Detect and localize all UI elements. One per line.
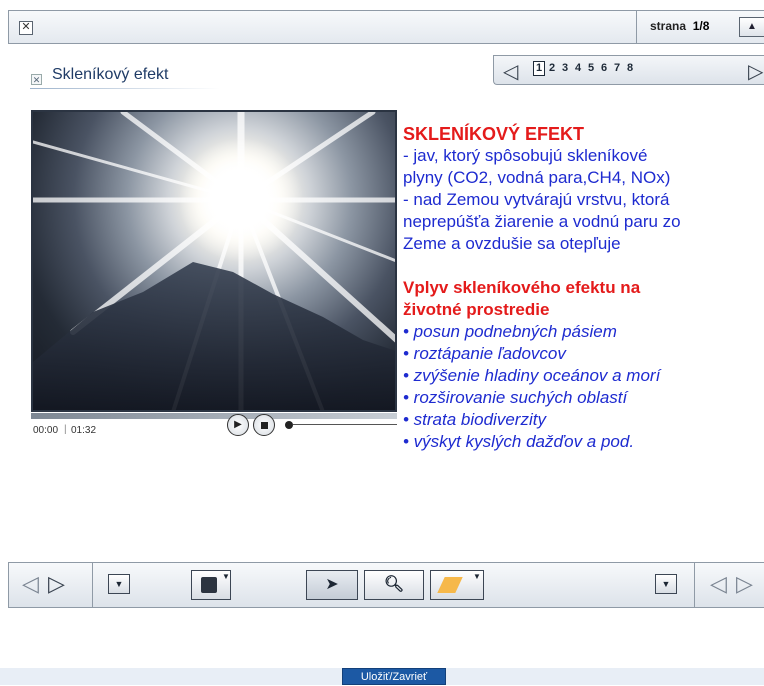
impact-list: • posun podnebných pásiem • roztápanie ľa… [403,321,764,453]
heading-impact-line: Vplyv skleníkového efektu na [403,278,641,297]
collapse-up-button[interactable]: ▲ [739,17,764,37]
chevron-down-icon[interactable]: ▼ [222,572,230,581]
previous-page-icon[interactable]: ◁ [503,59,518,84]
close-section-icon[interactable]: ✕ [31,74,42,85]
video-current-time: 00:00 [33,425,59,436]
page-number-1[interactable]: 1 [533,61,545,76]
magnifier-icon: 🔍︎ [383,576,405,593]
page-number-7[interactable]: 7 [611,61,623,76]
heading-impact: Vplyv skleníkového efektu na životné pros… [403,277,764,321]
heading-greenhouse: SKLENÍKOVÝ EFEKT [403,124,585,144]
paragraph-line: - jav, ktorý spôsobujú skleníkové [403,146,648,165]
save-close-button[interactable]: Uložiť/Zavrieť [342,668,446,685]
page-number-4[interactable]: 4 [572,61,584,76]
back-arrow-icon[interactable]: ◁ [22,571,39,597]
heading-impact-line: životné prostredie [403,300,550,319]
sun-mountain-image [33,112,395,410]
dropdown-menu-button-right[interactable]: ▼ [655,574,677,594]
video-frame[interactable] [31,110,397,412]
time-separator: | [64,424,67,435]
list-item: • rozširovanie suchých oblastí [403,388,628,407]
paragraph-line: - nad Zemou vytvárajú vrstvu, ktorá [403,190,670,209]
page-number-5[interactable]: 5 [585,61,597,76]
page-indicator: strana 1/8 [650,19,709,33]
title-underline [30,88,220,89]
content-text: SKLENÍKOVÝ EFEKT - jav, ktorý spôsobujú … [403,123,764,453]
volume-slider-track[interactable] [293,424,397,425]
calculator-button[interactable]: ▼ [191,570,231,600]
page-number-6[interactable]: 6 [598,61,610,76]
paragraph-line: plyny (CO2, vodná para,CH4, NOx) [403,168,671,187]
back-arrow-icon-right[interactable]: ◁ [710,571,727,597]
zoom-tool-button[interactable]: 🔍︎ [364,570,424,600]
toolbar-divider [636,10,637,44]
list-item: • strata biodiverzity [403,410,546,429]
page-number-8[interactable]: 8 [624,61,636,76]
page-number-2[interactable]: 2 [546,61,558,76]
pointer-tool-button[interactable]: ➤ [306,570,358,600]
paragraph-line: neprepúšťa žiarenie a vodnú paru zo [403,212,681,231]
next-page-icon[interactable]: ▷ [748,59,763,84]
video-progress-bar[interactable] [31,413,397,419]
page-indicator-label: strana [650,19,687,33]
cursor-icon: ➤ [325,576,339,593]
close-icon[interactable]: ✕ [19,21,33,35]
toolbar-divider [92,562,93,608]
toolbar-divider [694,562,695,608]
page-indicator-value: 1/8 [692,19,710,33]
play-button[interactable]: ▶ [227,414,249,436]
highlighter-icon [437,577,463,593]
forward-arrow-icon-right[interactable]: ▷ [736,571,753,597]
stop-button[interactable] [253,414,275,436]
page-number-3[interactable]: 3 [559,61,571,76]
forward-arrow-icon[interactable]: ▷ [48,571,65,597]
page-number-list: 12345678 [533,61,637,76]
section-title: Skleníkový efekt [52,66,169,83]
highlighter-tool-button[interactable]: ▼ [430,570,484,600]
chevron-down-icon[interactable]: ▼ [473,572,481,581]
dropdown-menu-button[interactable]: ▼ [108,574,130,594]
definition-paragraph: - jav, ktorý spôsobujú skleníkové plyny (… [403,145,764,255]
volume-slider-knob[interactable] [285,421,293,429]
paragraph-line: Zeme a ovzdušie sa otepľuje [403,234,621,253]
list-item: • výskyt kyslých dažďov a pod. [403,432,635,451]
video-total-time: 01:32 [71,425,97,436]
calculator-icon [201,577,217,593]
list-item: • zvýšenie hladiny oceánov a morí [403,366,661,385]
list-item: • posun podnebných pásiem [403,322,617,341]
list-item: • roztápanie ľadovcov [403,344,566,363]
